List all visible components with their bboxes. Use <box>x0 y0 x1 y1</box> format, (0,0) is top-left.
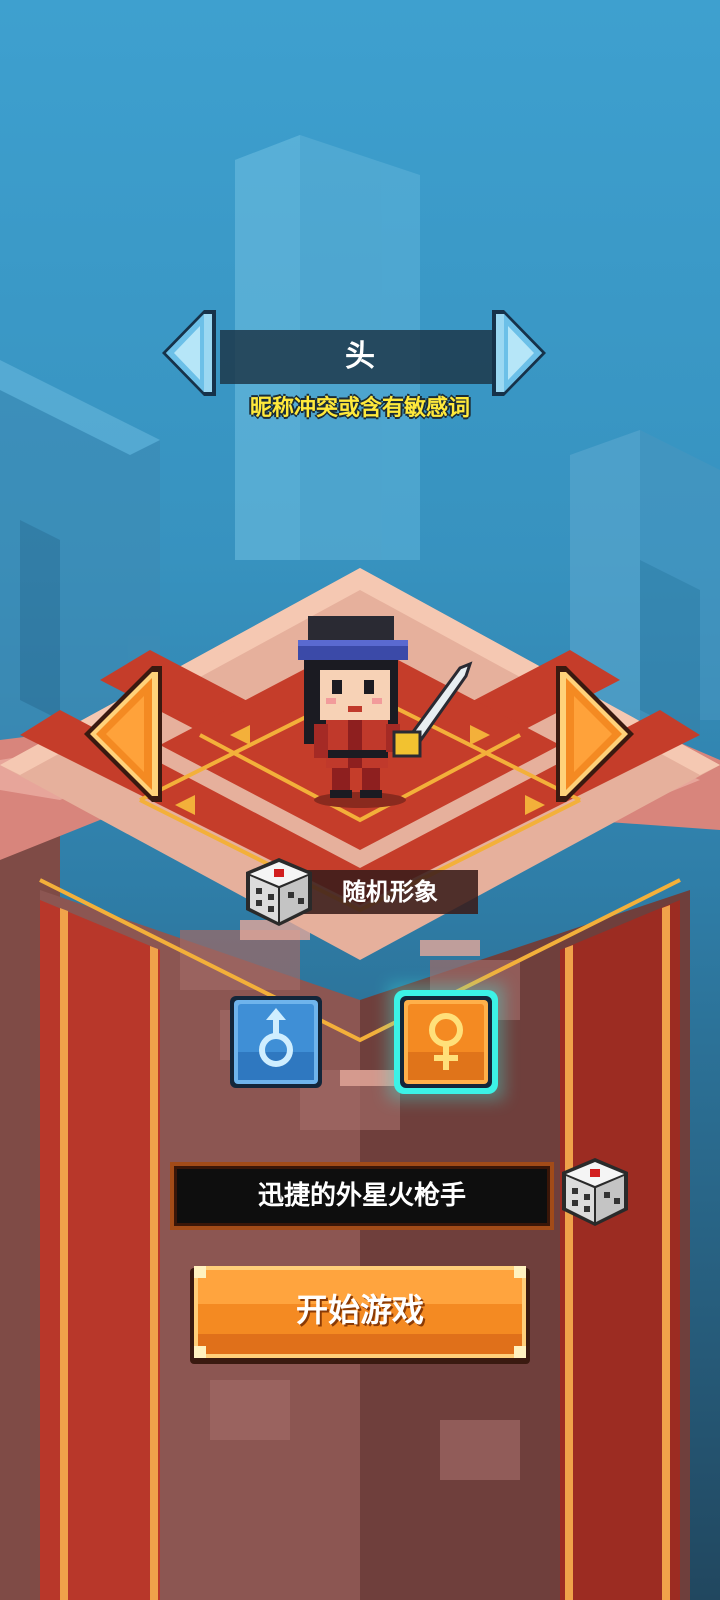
random-look-label: 随机形象 <box>342 878 438 906</box>
female-gender-button[interactable] <box>394 990 498 1094</box>
character-name-field[interactable]: 迅捷的外星火枪手 <box>170 1162 554 1230</box>
nickname-warning-text: 昵称冲突或含有敏感词 <box>249 396 470 421</box>
part-prev-arrow-icon[interactable] <box>160 308 218 398</box>
character-avatar <box>298 616 473 808</box>
part-name-label: 头 <box>345 339 377 374</box>
dice-icon <box>246 858 312 926</box>
start-game-label: 开始游戏 <box>295 1291 424 1329</box>
random-look-button[interactable]: 随机形象 <box>244 856 478 928</box>
style-prev-arrow-icon[interactable] <box>82 664 166 804</box>
random-name-dice-icon[interactable] <box>560 1156 630 1228</box>
male-gender-button[interactable] <box>228 994 324 1090</box>
start-game-button[interactable]: 开始游戏 <box>190 1264 530 1366</box>
style-next-arrow-icon[interactable] <box>552 664 636 804</box>
part-next-arrow-icon[interactable] <box>490 308 548 398</box>
